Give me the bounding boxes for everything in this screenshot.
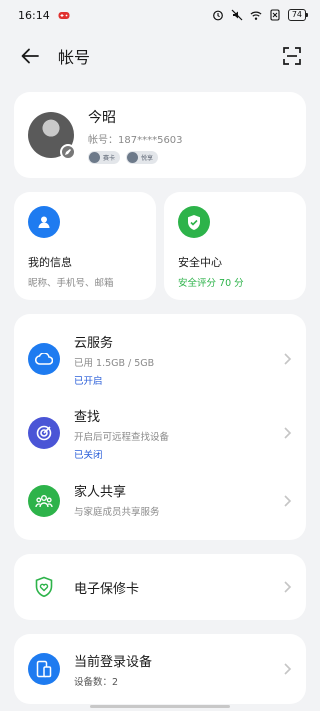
tile-subtitle: 昵称、手机号、邮箱 — [28, 278, 114, 289]
chevron-right-icon — [284, 353, 292, 365]
sim-blocked-icon — [269, 9, 281, 21]
services-card: 云服务 已用 1.5GB / 5GB 已开启 查找 开启后可远程查找设备 已关闭… — [14, 314, 306, 540]
chevron-right-icon — [284, 495, 292, 507]
cloud-usage: 已用 1.5GB / 5GB — [74, 357, 155, 369]
profile-card[interactable]: 今昭 帐号：187****5603 赛卡 悦享 — [14, 92, 306, 178]
badge-member-icon — [127, 151, 139, 163]
row-title: 家人共享 — [74, 484, 127, 500]
family-icon — [28, 485, 60, 517]
family-sharing-row[interactable]: 家人共享 与家庭成员共享服务 — [14, 470, 306, 532]
back-arrow-icon[interactable] — [18, 44, 42, 68]
scan-icon[interactable] — [280, 44, 304, 68]
shield-check-icon — [178, 206, 210, 238]
warranty-card[interactable]: 电子保修卡 — [14, 554, 306, 620]
wifi-icon — [250, 9, 262, 21]
cloud-icon — [28, 343, 60, 375]
badge-card-icon — [89, 151, 100, 163]
tile-title: 我的信息 — [28, 256, 72, 269]
cloud-status: 已开启 — [74, 375, 103, 387]
chevron-right-icon — [284, 427, 292, 439]
badge-member[interactable]: 悦享 — [126, 150, 159, 164]
login-devices-card[interactable]: 当前登录设备 设备数：2 — [14, 634, 306, 704]
find-icon — [28, 417, 60, 449]
warranty-row[interactable]: 电子保修卡 — [14, 571, 306, 603]
app-bar: 帐号 — [0, 30, 320, 82]
find-device-row[interactable]: 查找 开启后可远程查找设备 已关闭 — [14, 396, 306, 470]
row-subtitle: 开启后可远程查找设备 — [74, 431, 170, 443]
device-count: 设备数：2 — [74, 676, 119, 688]
chevron-right-icon — [284, 663, 292, 675]
row-subtitle: 与家庭成员共享服务 — [74, 506, 160, 518]
find-status: 已关闭 — [74, 449, 103, 461]
devices-icon — [28, 653, 60, 685]
alarm-icon — [212, 9, 224, 21]
row-title: 当前登录设备 — [74, 654, 153, 670]
security-score: 安全评分 70 分 — [178, 278, 244, 289]
tile-title: 安全中心 — [178, 256, 222, 269]
badge-card[interactable]: 赛卡 — [88, 150, 121, 164]
badge-label: 悦享 — [141, 154, 154, 162]
cloud-service-row[interactable]: 云服务 已用 1.5GB / 5GB 已开启 — [14, 322, 306, 396]
heart-shield-icon — [28, 571, 60, 603]
battery-indicator: 74 — [287, 9, 309, 21]
mute-icon — [231, 9, 243, 21]
security-center-tile[interactable]: 安全中心 安全评分 70 分 — [164, 192, 306, 300]
person-icon — [28, 206, 60, 238]
status-time: 16:14 — [18, 8, 50, 22]
row-title: 查找 — [74, 409, 101, 425]
account-label: 帐号： — [88, 134, 118, 146]
badge-label: 赛卡 — [103, 154, 116, 162]
chevron-right-icon — [284, 581, 292, 593]
account-value: 187****5603 — [118, 134, 183, 146]
profile-account: 帐号：187****5603 — [88, 131, 183, 146]
home-indicator[interactable] — [90, 705, 230, 708]
page-title: 帐号 — [58, 48, 91, 67]
login-devices-row[interactable]: 当前登录设备 设备数：2 — [14, 651, 306, 688]
row-title: 电子保修卡 — [74, 581, 140, 597]
profile-name: 今昭 — [88, 109, 116, 126]
game-controller-icon — [58, 9, 70, 21]
status-bar: 16:14 74 — [0, 0, 320, 30]
my-info-tile[interactable]: 我的信息 昵称、手机号、邮箱 — [14, 192, 156, 300]
row-title: 云服务 — [74, 335, 114, 351]
edit-pencil-icon[interactable] — [60, 144, 76, 160]
